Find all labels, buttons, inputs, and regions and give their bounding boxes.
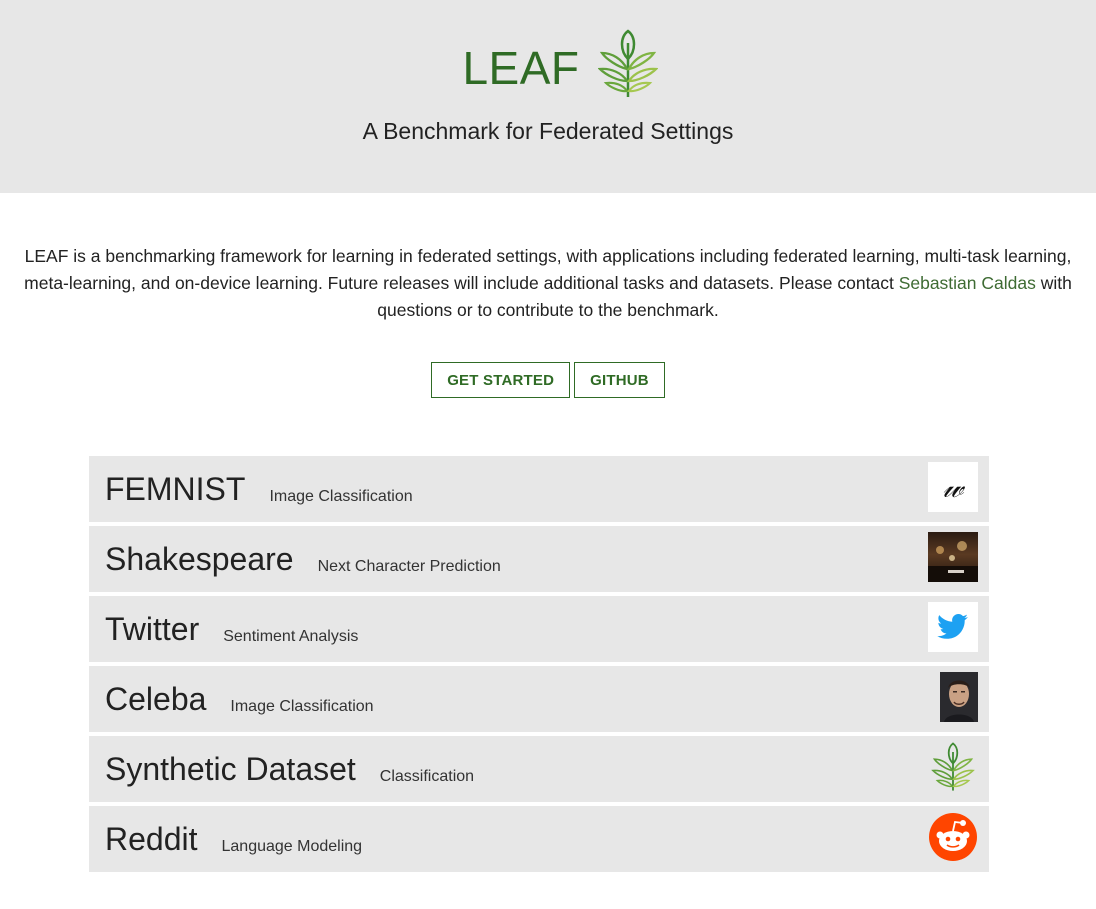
dataset-row-shakespeare[interactable]: Shakespeare Next Character Prediction — [89, 526, 989, 592]
dataset-task: Language Modeling — [221, 838, 363, 855]
dataset-name: Reddit — [105, 821, 198, 857]
dataset-task: Classification — [379, 768, 475, 785]
handwriting-icon: 𝓌 — [928, 462, 978, 512]
leaf-icon — [928, 742, 978, 792]
dataset-task: Image Classification — [269, 488, 413, 505]
twitter-icon — [928, 602, 978, 652]
reddit-icon — [928, 812, 978, 862]
dataset-task: Image Classification — [230, 698, 374, 715]
action-buttons: GET STARTED GITHUB — [0, 362, 1096, 398]
dataset-row-femnist[interactable]: FEMNIST Image Classification 𝓌 — [89, 456, 989, 522]
intro-paragraph: LEAF is a benchmarking framework for lea… — [10, 243, 1086, 324]
github-button[interactable]: GITHUB — [574, 362, 665, 398]
site-title: LEAF — [462, 42, 580, 94]
dataset-name: FEMNIST — [105, 471, 246, 507]
dataset-name: Celeba — [105, 681, 207, 717]
dataset-name: Synthetic Dataset — [105, 751, 356, 787]
header-banner: LEAF A Benchmark for Federated Settings — [0, 0, 1096, 193]
theater-icon — [928, 532, 978, 582]
dataset-row-synthetic[interactable]: Synthetic Dataset Classification — [89, 736, 989, 802]
contact-link[interactable]: Sebastian Caldas — [899, 273, 1036, 293]
dataset-name: Shakespeare — [105, 541, 294, 577]
dataset-task: Sentiment Analysis — [223, 628, 359, 645]
dataset-name: Twitter — [105, 611, 200, 647]
dataset-row-twitter[interactable]: Twitter Sentiment Analysis — [89, 596, 989, 662]
brand: LEAF — [0, 29, 1096, 100]
dataset-task: Next Character Prediction — [317, 558, 501, 575]
portrait-icon — [940, 672, 978, 722]
dataset-row-celeba[interactable]: Celeba Image Classification — [89, 666, 989, 732]
tagline: A Benchmark for Federated Settings — [362, 118, 734, 144]
dataset-row-reddit[interactable]: Reddit Language Modeling — [89, 806, 989, 872]
dataset-list: FEMNIST Image Classification 𝓌 Shakespea… — [89, 456, 989, 876]
leaf-icon — [597, 29, 658, 97]
get-started-button[interactable]: GET STARTED — [431, 362, 571, 398]
